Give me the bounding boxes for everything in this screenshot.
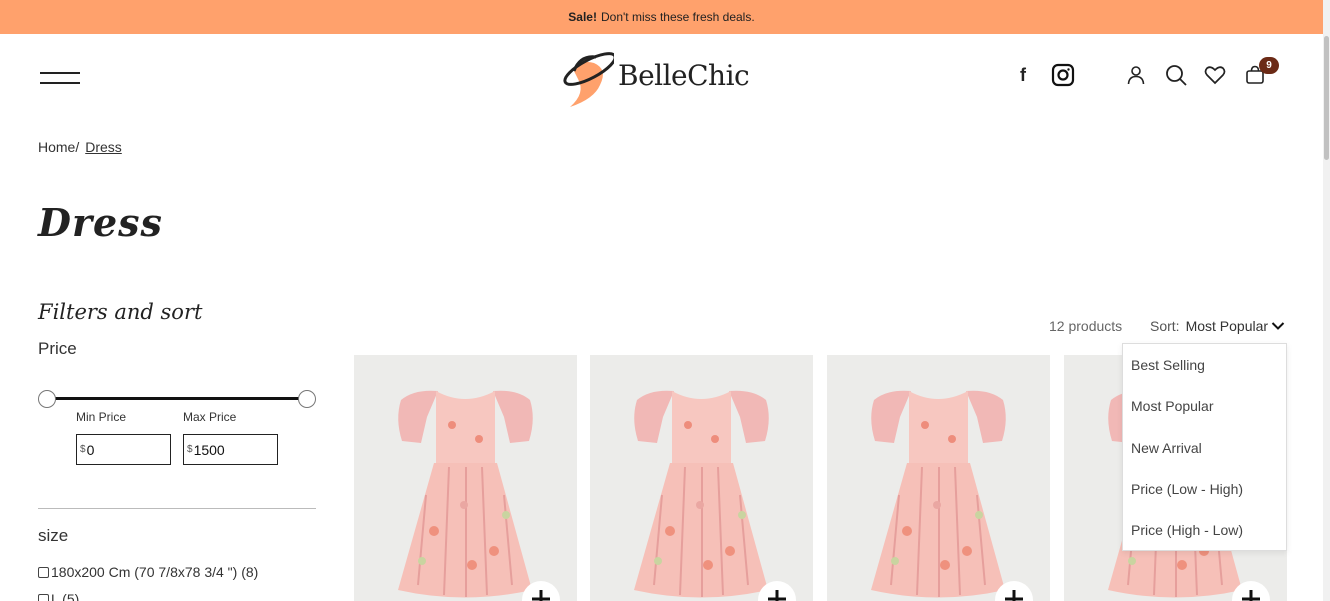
sort-option-best-selling[interactable]: Best Selling bbox=[1131, 357, 1205, 373]
breadcrumb: Home/Dress bbox=[38, 139, 122, 155]
breadcrumb-home[interactable]: Home/ bbox=[38, 139, 79, 155]
breadcrumb-current[interactable]: Dress bbox=[85, 139, 122, 155]
max-price-input[interactable]: $1500 bbox=[183, 434, 278, 465]
sort-option-new-arrival[interactable]: New Arrival bbox=[1131, 440, 1202, 456]
product-card[interactable] bbox=[354, 355, 577, 601]
plus-icon bbox=[532, 590, 550, 601]
account-icon[interactable] bbox=[1123, 62, 1149, 88]
plus-icon bbox=[1005, 590, 1023, 601]
sort-option-price-high-low[interactable]: Price (High - Low) bbox=[1131, 522, 1243, 538]
size-option-label: L (5) bbox=[51, 591, 80, 601]
page-scrollbar[interactable] bbox=[1323, 0, 1330, 601]
price-slider-track[interactable] bbox=[46, 397, 307, 400]
sort-selected-value: Most Popular bbox=[1185, 318, 1269, 334]
sort-options-menu: Best Selling Most Popular New Arrival Pr… bbox=[1122, 343, 1287, 551]
facebook-icon[interactable]: f bbox=[1010, 62, 1036, 88]
size-checkbox[interactable] bbox=[38, 566, 49, 578]
plus-icon bbox=[768, 590, 786, 601]
currency-symbol: $ bbox=[80, 444, 86, 455]
search-icon[interactable] bbox=[1163, 62, 1189, 88]
cart-count-badge: 9 bbox=[1259, 57, 1279, 74]
product-image bbox=[398, 390, 533, 598]
product-image bbox=[634, 390, 769, 598]
product-card[interactable] bbox=[590, 355, 813, 601]
instagram-icon[interactable] bbox=[1050, 62, 1076, 88]
product-count: 12 products bbox=[1049, 318, 1123, 334]
announcement-text: Don't miss these fresh deals. bbox=[600, 10, 755, 24]
max-price-label: Max Price bbox=[183, 410, 237, 424]
logo-hat-icon bbox=[563, 52, 614, 107]
announcement-bar: Sale! Don't miss these fresh deals. bbox=[0, 0, 1323, 34]
chevron-down-icon bbox=[1271, 322, 1285, 330]
sort-option-price-low-high[interactable]: Price (Low - High) bbox=[1131, 481, 1243, 497]
min-price-label: Min Price bbox=[76, 410, 127, 424]
currency-symbol: $ bbox=[187, 444, 193, 455]
size-option-label: 180x200 Cm (70 7/8x78 3/4 ") (8) bbox=[51, 564, 259, 580]
min-price-value: 0 bbox=[86, 441, 95, 458]
sort-label: Sort: bbox=[1150, 318, 1180, 334]
sort-option-most-popular[interactable]: Most Popular bbox=[1131, 398, 1213, 414]
brand-name: BelleChic bbox=[618, 58, 750, 92]
size-option[interactable]: L (5) bbox=[38, 591, 79, 601]
page-title: Dress bbox=[38, 200, 163, 245]
price-slider-max-handle[interactable] bbox=[298, 390, 316, 408]
size-option[interactable]: 180x200 Cm (70 7/8x78 3/4 ") (8) bbox=[38, 564, 258, 580]
price-slider-min-handle[interactable] bbox=[38, 390, 56, 408]
filter-divider bbox=[38, 508, 316, 509]
filters-title: Filters and sort bbox=[38, 300, 203, 324]
min-price-input[interactable]: $0 bbox=[76, 434, 171, 465]
product-image bbox=[871, 390, 1006, 598]
announcement-bold: Sale! bbox=[568, 10, 597, 24]
scrollbar-thumb[interactable] bbox=[1324, 36, 1329, 160]
brand-logo[interactable]: BelleChic bbox=[560, 40, 760, 110]
size-checkbox[interactable] bbox=[38, 593, 49, 601]
size-filter-label[interactable]: size bbox=[38, 526, 68, 546]
product-card[interactable] bbox=[827, 355, 1050, 601]
max-price-value: 1500 bbox=[193, 441, 225, 458]
heart-icon[interactable] bbox=[1202, 62, 1228, 88]
price-filter-label[interactable]: Price bbox=[38, 339, 77, 359]
plus-icon bbox=[1242, 590, 1260, 601]
menu-icon[interactable] bbox=[40, 70, 80, 84]
sort-dropdown[interactable]: Sort: Most Popular bbox=[1150, 318, 1285, 334]
